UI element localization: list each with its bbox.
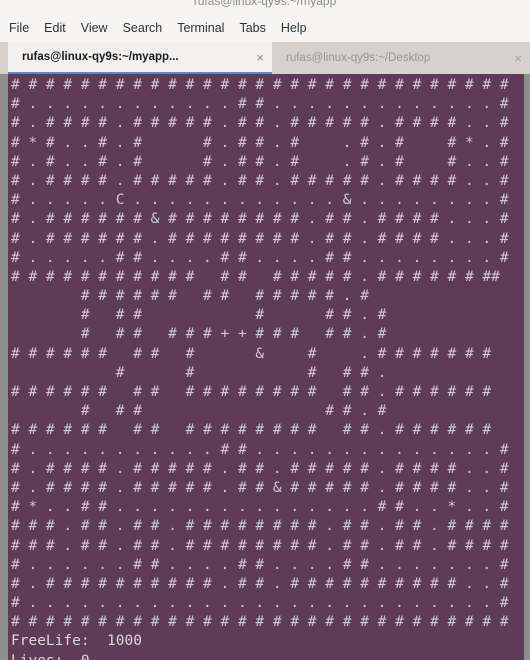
maze-row: # . . . . . # # . . . . # # . . . . # # …	[11, 249, 509, 266]
maze-row: # . # . . # . # # . # # . # . # . # # . …	[11, 153, 509, 170]
menu-item-view[interactable]: View	[81, 19, 117, 37]
menu-item-terminal[interactable]: Terminal	[177, 19, 233, 37]
tabbar: rufas@linux-qy9s:~/myapp... × rufas@linu…	[0, 42, 530, 74]
maze-row: # . # # # # . # # # # # . # # . # # # # …	[11, 172, 509, 189]
menu-item-tabs[interactable]: Tabs	[239, 19, 274, 37]
maze-row: # # # . # # . # # . # # # # # # # # . # …	[11, 518, 509, 535]
maze-row: # # # # # # + + # # # # # . #	[11, 326, 492, 343]
terminal-left-border	[0, 74, 8, 660]
menubar: File Edit View Search Terminal Tabs Help	[0, 14, 530, 42]
menu-item-edit[interactable]: Edit	[44, 19, 75, 37]
maze-row: # . . . . . . # # . . . . # # . . . . # …	[11, 556, 509, 573]
pacman-maze: # # # # # # # # # # # # # # # # # # # # …	[8, 76, 524, 632]
close-icon[interactable]: ×	[514, 52, 522, 65]
maze-row: # . # # # # . # # # # # . # # . # # # # …	[11, 115, 509, 132]
maze-row: # . # # # # # # & # # # # # # # # . # # …	[11, 211, 509, 228]
maze-row: # . . . . . . . . . . . . . . . . . . . …	[11, 595, 509, 612]
maze-row: # # # # # .	[11, 364, 492, 381]
tab-myapp[interactable]: rufas@linux-qy9s:~/myapp... ×	[8, 42, 272, 74]
maze-row: # # # . # # . # # . # # # # # # # # . # …	[11, 537, 509, 554]
maze-row: # . . . . . . . . . . . # # . . . . . . …	[11, 441, 509, 458]
close-icon[interactable]: ×	[256, 51, 264, 64]
maze-row: # # # # # # # # # # # # # # # # # # # # …	[11, 614, 509, 631]
tab-desktop[interactable]: rufas@linux-qy9s:~/Desktop ×	[272, 42, 530, 74]
maze-row: # # # # # # # # # & # . # # # # # # #	[11, 345, 492, 362]
status-line: Lives: 0	[8, 652, 524, 660]
terminal-window: rufas@linux-qy9s:~/myapp File Edit View …	[0, 0, 530, 660]
menu-item-file[interactable]: File	[9, 19, 38, 37]
maze-row: # # # # # # . #	[11, 307, 492, 324]
maze-row: # . # # # # . # # # # # . # # & # # # # …	[11, 479, 509, 496]
terminal-right-border	[524, 74, 530, 660]
window-title: rufas@linux-qy9s:~/myapp	[193, 0, 337, 8]
maze-row: # . # # # # # # # # # # . # # . # # # # …	[11, 575, 509, 592]
tab-desktop-label: rufas@linux-qy9s:~/Desktop	[286, 52, 431, 64]
menu-item-help[interactable]: Help	[281, 19, 316, 37]
maze-row: # # # # # # # # # # # # # # # # # # # # …	[11, 77, 509, 93]
maze-row: # . # # # # . # # # # # . # # . # # # # …	[11, 460, 509, 477]
status-line: FreeLife: 1000	[11, 633, 142, 650]
maze-row: # . . . . . . . . . . . . # # . . . . . …	[11, 96, 509, 113]
tab-myapp-label: rufas@linux-qy9s:~/myapp...	[22, 51, 179, 63]
maze-row: # . # # # # # # . # # # # # # # # . # # …	[11, 230, 509, 247]
maze-row: # # # # # # # # # # # # # # # # # # . # …	[11, 268, 500, 285]
menu-item-search[interactable]: Search	[123, 19, 172, 37]
maze-row: # # # # # # # # # # # # # . #	[11, 288, 492, 305]
game-status-panel: FreeLife: 1000Lives: 0Level: 0Score: 25	[8, 632, 524, 660]
terminal-screen[interactable]: # # # # # # # # # # # # # # # # # # # # …	[8, 74, 524, 660]
maze-row: # * # . . # . # # . # # . # . # . # # * …	[11, 134, 509, 151]
maze-row: # * . . # # . . . . . . . . . . . . . . …	[11, 499, 509, 516]
maze-row: # # # # # # # # # # # # # # # # # # . # …	[11, 384, 492, 400]
window-titlebar: rufas@linux-qy9s:~/myapp	[0, 0, 530, 14]
maze-row: # # # # # . #	[11, 403, 492, 420]
terminal-frame: # # # # # # # # # # # # # # # # # # # # …	[0, 74, 530, 660]
maze-row: # # # # # # # # # # # # # # # # # # . # …	[11, 422, 492, 439]
maze-row: # . . . . . C . . . . . . . . . . . . & …	[11, 192, 509, 209]
